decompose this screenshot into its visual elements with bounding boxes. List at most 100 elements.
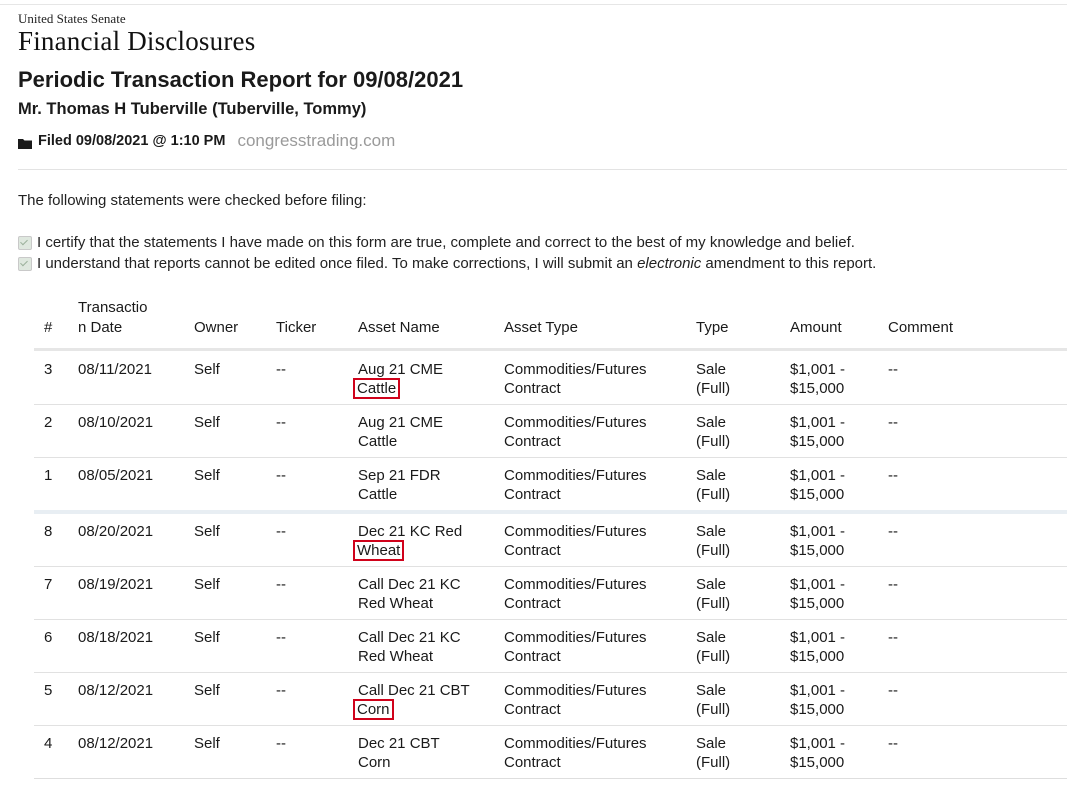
- cell-asset-name: Aug 21 CME Cattle: [352, 348, 498, 405]
- cell-ticker: --: [270, 348, 352, 405]
- site-title[interactable]: Financial Disclosures: [18, 26, 255, 57]
- cell-comment: --: [882, 725, 1067, 778]
- cell-asset-name: Call Dec 21 KC Red Wheat: [352, 566, 498, 620]
- cell-asset-name: Call Dec 21 CBT Corn: [352, 672, 498, 726]
- cell-comment: --: [882, 510, 1067, 567]
- cell-amount: $1,001 - $15,000: [784, 672, 882, 726]
- cell-transaction-date: 08/11/2021: [72, 348, 188, 405]
- table-header-row: # Transactio n Date Owner Ticker Asset Na…: [34, 290, 1067, 351]
- cell-number: 3: [34, 348, 72, 405]
- cell-transaction-date: 08/18/2021: [72, 619, 188, 673]
- table-row: 1 08/05/2021 Self -- Sep 21 FDR Cattle Commodi…: [34, 457, 1067, 512]
- filed-date: Filed 09/08/2021 @ 1:10 PM: [38, 133, 226, 149]
- cell-comment: --: [882, 672, 1067, 726]
- col-header-asset-type: Asset Type: [498, 290, 690, 351]
- cell-owner: Self: [188, 404, 270, 458]
- certification-1-text: I certify that the statements I have mad…: [37, 234, 855, 251]
- cell-amount: $1,001 - $15,000: [784, 725, 882, 778]
- cell-type: Sale (Full): [690, 672, 784, 726]
- table-row: 8 08/20/2021 Self -- Dec 21 KC Red Wheat Commo…: [34, 510, 1067, 567]
- cell-number: 6: [34, 619, 72, 673]
- highlight-box: Wheat: [352, 540, 405, 561]
- col-header-number: #: [34, 290, 72, 351]
- cell-ticker: --: [270, 725, 352, 778]
- cell-owner: Self: [188, 672, 270, 726]
- cell-type: Sale (Full): [690, 566, 784, 620]
- cell-asset-type: Commodities/Futures Contract: [498, 404, 690, 458]
- table-row: 4 08/12/2021 Self -- Dec 21 CBT Corn Commoditi…: [34, 725, 1067, 778]
- cell-asset-name: Dec 21 CBT Corn: [352, 725, 498, 778]
- cell-type: Sale (Full): [690, 404, 784, 458]
- filed-info: Filed 09/08/2021 @ 1:10 PM congresstradi…: [18, 131, 395, 151]
- filer-name: Mr. Thomas H Tuberville (Tuberville, Tom…: [18, 100, 367, 118]
- cell-type: Sale (Full): [690, 348, 784, 405]
- certification-2-text: I understand that reports cannot be edit…: [37, 255, 877, 272]
- col-header-ticker: Ticker: [270, 290, 352, 351]
- cell-ticker: --: [270, 457, 352, 512]
- transactions-table: # Transactio n Date Owner Ticker Asset Na…: [34, 290, 1067, 778]
- cell-comment: --: [882, 404, 1067, 458]
- cell-asset-name: Dec 21 KC Red Wheat: [352, 510, 498, 567]
- col-header-amount: Amount: [784, 290, 882, 351]
- cell-number: 4: [34, 725, 72, 778]
- col-header-owner: Owner: [188, 290, 270, 351]
- cell-asset-name: Sep 21 FDR Cattle: [352, 457, 498, 512]
- report-title: Periodic Transaction Report for 09/08/20…: [18, 67, 464, 92]
- cell-transaction-date: 08/12/2021: [72, 672, 188, 726]
- cell-ticker: --: [270, 404, 352, 458]
- top-border: [0, 4, 1067, 5]
- table-row: 6 08/18/2021 Self -- Call Dec 21 KC Red Wheat…: [34, 619, 1067, 673]
- cell-transaction-date: 08/05/2021: [72, 457, 188, 512]
- table-row: 7 08/19/2021 Self -- Call Dec 21 KC Red Wheat…: [34, 566, 1067, 620]
- cell-asset-type: Commodities/Futures Contract: [498, 566, 690, 620]
- cell-owner: Self: [188, 619, 270, 673]
- cell-transaction-date: 08/12/2021: [72, 725, 188, 778]
- cell-amount: $1,001 - $15,000: [784, 566, 882, 620]
- org-name: United States Senate: [18, 11, 126, 26]
- cell-asset-type: Commodities/Futures Contract: [498, 725, 690, 778]
- header-divider: [18, 169, 1067, 170]
- table-row: 2 08/10/2021 Self -- Aug 21 CME Cattle Commodi…: [34, 404, 1067, 458]
- cell-owner: Self: [188, 457, 270, 512]
- cell-number: 7: [34, 566, 72, 620]
- col-header-comment: Comment: [882, 290, 1067, 351]
- cell-transaction-date: 08/19/2021: [72, 566, 188, 620]
- cell-transaction-date: 08/20/2021: [72, 510, 188, 567]
- watermark: congresstrading.com: [237, 131, 396, 150]
- cell-asset-type: Commodities/Futures Contract: [498, 510, 690, 567]
- cell-asset-name: Aug 21 CME Cattle: [352, 404, 498, 458]
- cell-type: Sale (Full): [690, 510, 784, 567]
- table-row: 5 08/12/2021 Self -- Call Dec 21 CBT Corn Comm…: [34, 672, 1067, 726]
- cell-number: 2: [34, 404, 72, 458]
- checked-checkbox-icon: [18, 256, 32, 271]
- cell-amount: $1,001 - $15,000: [784, 348, 882, 405]
- cell-owner: Self: [188, 348, 270, 405]
- certification-2: I understand that reports cannot be edit…: [18, 255, 876, 272]
- cell-owner: Self: [188, 510, 270, 567]
- cell-comment: --: [882, 348, 1067, 405]
- col-header-transaction-date: Transactio n Date: [72, 290, 188, 351]
- cell-comment: --: [882, 566, 1067, 620]
- cell-asset-name: Call Dec 21 KC Red Wheat: [352, 619, 498, 673]
- cell-amount: $1,001 - $15,000: [784, 404, 882, 458]
- cell-number: 8: [34, 510, 72, 567]
- highlight-box: Corn: [353, 699, 394, 720]
- cell-number: 5: [34, 672, 72, 726]
- folder-icon: [18, 136, 32, 149]
- cell-ticker: --: [270, 672, 352, 726]
- statements-intro: The following statements were checked be…: [18, 192, 367, 209]
- cell-number: 1: [34, 457, 72, 512]
- highlight-box: Cattle: [352, 378, 401, 399]
- cell-type: Sale (Full): [690, 457, 784, 512]
- cell-ticker: --: [270, 619, 352, 673]
- cell-ticker: --: [270, 510, 352, 567]
- cell-comment: --: [882, 619, 1067, 673]
- cell-amount: $1,001 - $15,000: [784, 457, 882, 512]
- checked-checkbox-icon: [18, 235, 32, 250]
- cell-ticker: --: [270, 566, 352, 620]
- cell-type: Sale (Full): [690, 725, 784, 778]
- cell-owner: Self: [188, 725, 270, 778]
- col-header-type: Type: [690, 290, 784, 351]
- cell-transaction-date: 08/10/2021: [72, 404, 188, 458]
- cell-asset-type: Commodities/Futures Contract: [498, 619, 690, 673]
